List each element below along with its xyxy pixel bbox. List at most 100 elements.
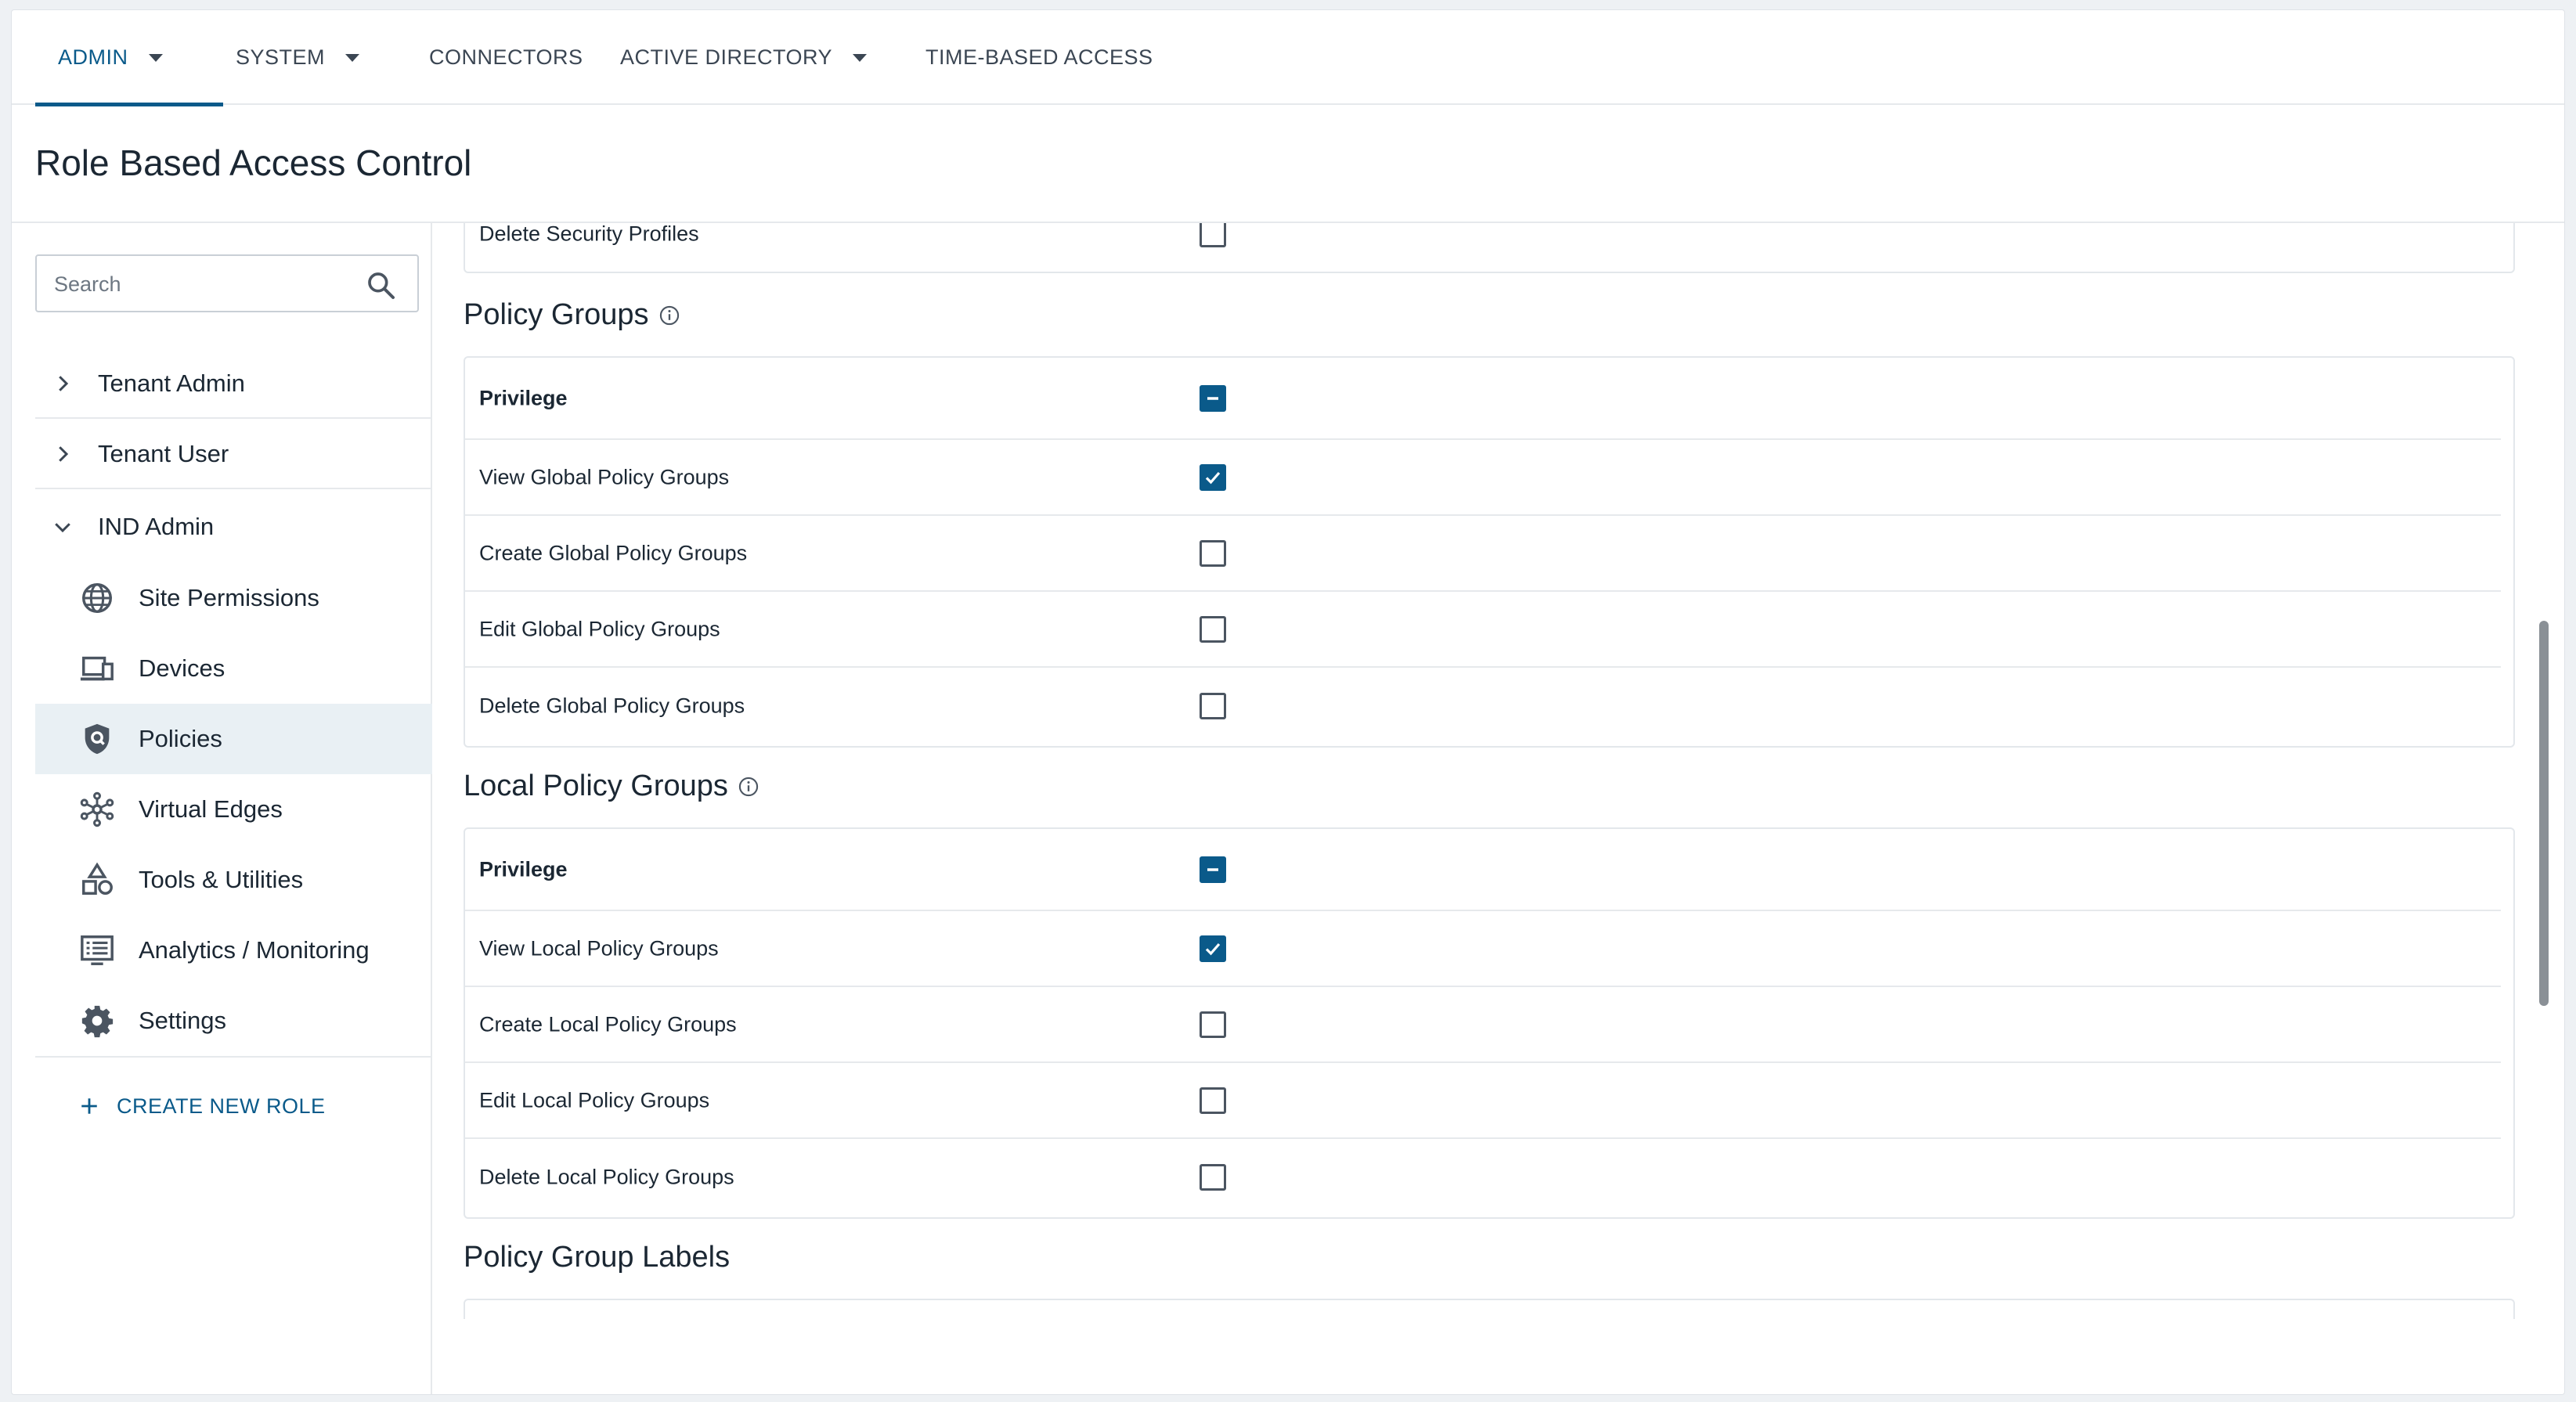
privilege-label: View Local Policy Groups [479,936,719,960]
privilege-checkbox-checked[interactable] [1200,463,1226,491]
privilege-checkbox[interactable] [1200,1163,1226,1191]
sidebar: Tenant Admin Tenant User IND Admin Site … [12,223,432,1394]
privilege-label: View Global Policy Groups [479,465,730,488]
info-icon[interactable] [658,305,680,326]
privilege-label: Edit Global Policy Groups [479,617,720,640]
privilege-checkbox[interactable] [1200,1011,1226,1038]
search-box [35,254,419,312]
minus-icon [1207,396,1218,400]
sidebar-item-label: Devices [139,654,225,682]
check-icon [1205,471,1221,484]
tree-item-label: Tenant User [98,440,229,467]
section-title-label: Local Policy Groups [464,769,728,802]
privilege-row: Delete Global Policy Groups [465,668,2501,744]
plus-icon [81,1098,97,1114]
search-icon[interactable] [366,270,397,301]
sidebar-item-label: Policies [139,725,222,752]
privilege-header-row: Privilege [465,358,2501,440]
sidebar-item-label: Analytics / Monitoring [139,936,370,964]
tab-admin-label: ADMIN [58,45,128,69]
tree-item-ind-admin[interactable]: IND Admin [35,492,432,561]
sidebar-item-label: Site Permissions [139,584,319,611]
policy-groups-card: Privilege View Global Policy Groups Crea… [464,356,2515,748]
privilege-row: Create Global Policy Groups [465,516,2501,592]
privilege-checkbox[interactable] [1200,692,1226,719]
tree-item-label: Tenant Admin [98,369,245,397]
tab-active-directory[interactable]: ACTIVE DIRECTORY [620,10,868,105]
chevron-right-icon [59,376,69,391]
privilege-checkbox[interactable] [1200,223,1226,247]
privilege-row: Create Local Policy Groups [465,987,2501,1063]
security-profiles-card: Delete Security Profiles [464,223,2515,273]
sidebar-item-virtual-edges[interactable]: Virtual Edges [35,774,432,845]
privilege-checkbox[interactable] [1200,1087,1226,1114]
sidebar-item-label: Tools & Utilities [139,866,304,893]
privilege-label: Create Global Policy Groups [479,541,748,564]
privilege-row: Edit Global Policy Groups [465,592,2501,668]
privilege-label: Create Local Policy Groups [479,1012,737,1036]
chevron-down-icon [148,53,163,62]
tab-system[interactable]: SYSTEM [236,10,384,105]
check-icon [1205,942,1221,955]
privilege-header-row: Privilege [465,829,2501,911]
chevron-right-icon [59,446,69,462]
tab-time-based-access[interactable]: TIME-BASED ACCESS [925,10,1153,105]
policy-group-labels-card [464,1299,2515,1319]
info-icon[interactable] [738,776,759,798]
chevron-down-icon [345,53,360,62]
privilege-checkbox-checked[interactable] [1200,935,1226,962]
privilege-row: View Local Policy Groups [465,911,2501,987]
tree-item-tenant-admin[interactable]: Tenant Admin [35,350,432,419]
section-title-policy-groups: Policy Groups [464,298,680,332]
top-nav: ADMIN SYSTEM CONNECTORS ACTIVE DIRECTORY… [12,10,2564,106]
tree-item-label: IND Admin [98,513,215,540]
shapes-icon [82,862,113,895]
globe-icon [82,583,112,613]
section-title-label: Policy Groups [464,298,649,331]
chevron-down-icon [55,523,70,533]
gear-icon [81,1005,114,1038]
privilege-checkbox[interactable] [1200,615,1226,643]
sidebar-item-settings[interactable]: Settings [35,986,432,1056]
tab-connectors-label: CONNECTORS [429,45,583,69]
privilege-label: Privilege [479,857,568,881]
tab-active-directory-label: ACTIVE DIRECTORY [620,45,833,69]
tab-admin[interactable]: ADMIN [35,10,223,106]
create-new-role-button[interactable]: CREATE NEW ROLE [35,1083,326,1130]
privilege-label: Delete Global Policy Groups [479,694,745,717]
search-input[interactable] [54,267,352,301]
tab-system-label: SYSTEM [236,45,326,69]
section-title-label: Policy Group Labels [464,1241,731,1274]
privilege-label: Edit Local Policy Groups [479,1088,710,1112]
local-policy-groups-card: Privilege View Local Policy Groups Creat… [464,827,2515,1219]
privilege-row: View Global Policy Groups [465,440,2501,516]
privileges-panel: Delete Security Profiles Policy Groups P… [464,223,2515,1319]
privilege-label: Delete Local Policy Groups [479,1165,734,1188]
privilege-row: Delete Security Profiles [465,223,2501,272]
privilege-checkbox-partial[interactable] [1200,384,1226,412]
monitor-list-icon [81,935,114,965]
chevron-down-icon [853,53,868,62]
section-title-policy-group-labels: Policy Group Labels [464,1241,730,1274]
create-new-role-label: CREATE NEW ROLE [117,1094,326,1118]
privilege-checkbox[interactable] [1200,539,1226,567]
sidebar-item-site-permissions[interactable]: Site Permissions [35,563,432,633]
sidebar-item-analytics-monitoring[interactable]: Analytics / Monitoring [35,915,432,986]
sidebar-item-label: Settings [139,1007,227,1034]
tab-connectors[interactable]: CONNECTORS [429,10,583,105]
sidebar-item-label: Virtual Edges [139,795,283,823]
privilege-row: Delete Local Policy Groups [465,1139,2501,1215]
privilege-row: Edit Local Policy Groups [465,1063,2501,1139]
privilege-label: Privilege [479,386,568,409]
sidebar-item-policies[interactable]: Policies [35,704,432,774]
section-title-local-policy-groups: Local Policy Groups [464,769,759,803]
minus-icon [1207,867,1218,871]
page-title: Role Based Access Control [35,142,472,183]
scrollbar-thumb[interactable] [2539,621,2549,1006]
sidebar-item-tools-utilities[interactable]: Tools & Utilities [35,845,432,915]
privilege-checkbox-partial[interactable] [1200,856,1226,883]
sidebar-item-devices[interactable]: Devices [35,633,432,704]
policy-shield-icon [85,723,110,755]
tree-item-tenant-user[interactable]: Tenant User [35,420,432,489]
tab-time-based-access-label: TIME-BASED ACCESS [925,45,1153,69]
